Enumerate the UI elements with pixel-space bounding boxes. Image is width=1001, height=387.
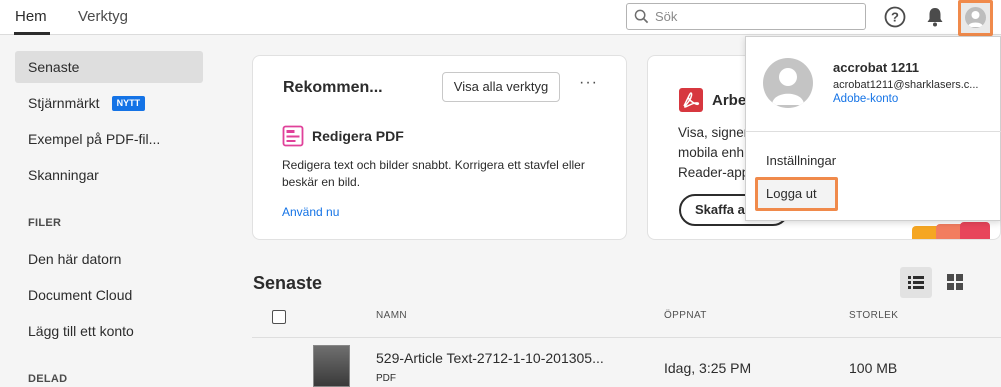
avatar-icon bbox=[965, 7, 986, 28]
file-type: PDF bbox=[376, 373, 396, 384]
recent-section-title: Senaste bbox=[253, 273, 323, 293]
sidebar-item-add-account[interactable]: Lägg till ett konto bbox=[15, 315, 203, 347]
column-header-size[interactable]: STORLEK bbox=[849, 310, 898, 321]
account-button[interactable] bbox=[958, 0, 993, 36]
recommended-tools-card: Rekommen... Visa alla verktyg ··· Redige… bbox=[252, 55, 627, 240]
sidebar-item-label: Stjärnmärkt bbox=[28, 95, 100, 111]
tab-tools[interactable]: Verktyg bbox=[78, 8, 128, 25]
adobe-account-link[interactable]: Adobe-konto bbox=[833, 93, 898, 105]
sidebar-section-shared: DELAD bbox=[28, 373, 68, 385]
file-size: 100 MB bbox=[849, 360, 898, 376]
search-placeholder: Sök bbox=[655, 9, 678, 24]
select-all-checkbox[interactable] bbox=[272, 310, 286, 324]
acrobat-icon bbox=[679, 88, 703, 112]
view-all-tools-button[interactable]: Visa alla verktyg bbox=[442, 72, 560, 102]
sidebar-item-label: Lägg till ett konto bbox=[28, 323, 134, 339]
account-name: accrobat 1211 bbox=[833, 60, 920, 75]
help-icon[interactable]: ? bbox=[884, 6, 906, 28]
edit-pdf-icon bbox=[282, 125, 304, 147]
sidebar-item-label: Senaste bbox=[28, 59, 80, 75]
sidebar-item-label: Exempel på PDF-fil... bbox=[28, 131, 161, 147]
settings-menu-item[interactable]: Inställningar bbox=[766, 153, 836, 168]
tool-description: Redigera text och bilder snabbt. Korrige… bbox=[282, 158, 585, 189]
sidebar-item-this-computer[interactable]: Den här datorn bbox=[15, 243, 203, 275]
file-thumbnail bbox=[313, 345, 350, 387]
row-divider bbox=[252, 337, 1001, 338]
file-name: 529-Article Text-2712-1-10-201305... bbox=[376, 350, 604, 366]
logout-menu-item[interactable]: Logga ut bbox=[755, 177, 838, 211]
account-menu: accrobat 1211 acrobat1211@sharklasers.c.… bbox=[745, 36, 1001, 221]
tab-home[interactable]: Hem bbox=[15, 8, 47, 25]
top-bar: Hem Verktyg Sök ? bbox=[0, 0, 1001, 36]
menu-divider bbox=[746, 131, 1001, 132]
use-now-link[interactable]: Använd nu bbox=[282, 205, 339, 219]
column-header-opened[interactable]: ÖPPNAT bbox=[664, 310, 707, 321]
tool-name: Redigera PDF bbox=[312, 128, 404, 144]
avatar bbox=[763, 58, 813, 108]
search-icon bbox=[634, 9, 649, 24]
column-header-name[interactable]: NAMN bbox=[376, 310, 407, 321]
avatar-icon bbox=[772, 68, 804, 105]
sidebar-item-starred[interactable]: Stjärnmärkt NYTT bbox=[15, 87, 203, 119]
promo-title: Arbe bbox=[712, 92, 747, 109]
sidebar-item-scans[interactable]: Skanningar bbox=[15, 159, 203, 191]
card-title: Rekommen... bbox=[283, 79, 383, 96]
sidebar-item-recent[interactable]: Senaste bbox=[15, 51, 203, 83]
account-email: acrobat1211@sharklasers.c... bbox=[833, 79, 979, 91]
list-view-icon bbox=[908, 276, 924, 289]
svg-text:?: ? bbox=[891, 10, 899, 25]
sidebar-item-sample-files[interactable]: Exempel på PDF-fil... bbox=[15, 123, 203, 155]
logout-label: Logga ut bbox=[766, 186, 817, 201]
search-input[interactable]: Sök bbox=[626, 3, 866, 30]
active-tab-indicator bbox=[14, 32, 50, 35]
grid-view-icon[interactable] bbox=[945, 272, 965, 292]
sidebar-item-label: Document Cloud bbox=[28, 287, 133, 303]
file-opened: Idag, 3:25 PM bbox=[664, 360, 752, 376]
bell-icon[interactable] bbox=[925, 6, 945, 28]
sidebar-section-files: FILER bbox=[28, 217, 62, 229]
sidebar-item-label: Skanningar bbox=[28, 167, 99, 183]
more-options-icon[interactable]: ··· bbox=[579, 74, 598, 92]
sidebar-item-document-cloud[interactable]: Document Cloud bbox=[15, 279, 203, 311]
promo-illustration bbox=[912, 222, 990, 239]
list-view-button[interactable] bbox=[900, 267, 932, 298]
sidebar-item-label: Den här datorn bbox=[28, 251, 122, 267]
new-badge: NYTT bbox=[111, 96, 146, 111]
sidebar: Senaste Stjärnmärkt NYTT Exempel på PDF-f… bbox=[0, 36, 232, 387]
